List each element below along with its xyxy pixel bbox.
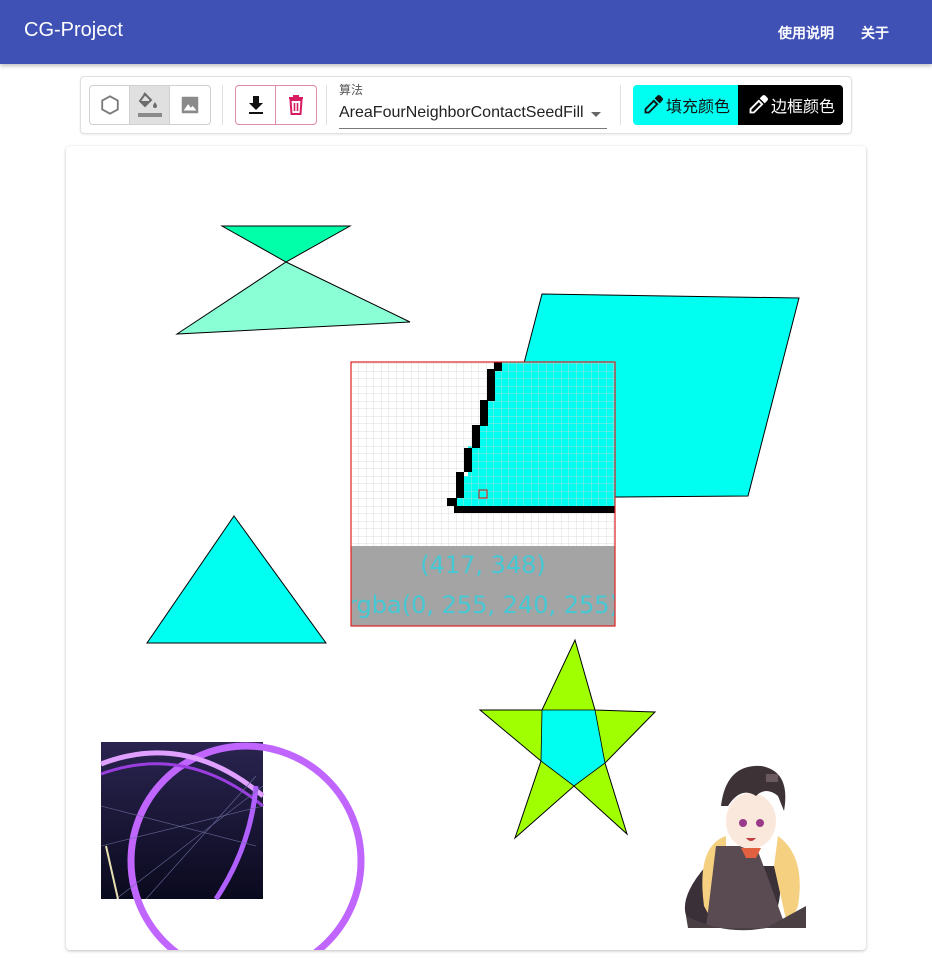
download-button[interactable] bbox=[236, 86, 276, 124]
border-color-label: 边框颜色 bbox=[771, 99, 836, 116]
triangle-shape[interactable] bbox=[146, 515, 327, 644]
toolbar-divider bbox=[620, 85, 621, 125]
star-shape[interactable] bbox=[478, 638, 657, 840]
algorithm-label: 算法 bbox=[339, 83, 364, 97]
ferris-wheel-photo[interactable] bbox=[100, 742, 361, 950]
image-icon bbox=[181, 96, 199, 114]
algorithm-value: AreaFourNeighborContactSeedFill bbox=[339, 104, 584, 121]
toolbar: 算法 AreaFourNeighborContactSeedFill 填充颜色 … bbox=[80, 76, 852, 134]
image-mode-button[interactable] bbox=[170, 86, 210, 124]
fill-color-button[interactable]: 填充颜色 bbox=[633, 85, 738, 125]
nav-help-link[interactable]: 使用说明 bbox=[778, 23, 834, 43]
fill-bucket-icon bbox=[137, 92, 162, 117]
border-color-button[interactable]: 边框颜色 bbox=[738, 85, 843, 125]
fill-mode-button[interactable] bbox=[130, 86, 170, 124]
draw-mode-group bbox=[89, 85, 211, 125]
magnifier-coordinates: (417, 348) bbox=[420, 551, 546, 579]
app-bar: CG-Project 使用说明 关于 bbox=[0, 0, 932, 64]
fill-color-label: 填充颜色 bbox=[666, 99, 731, 116]
download-icon bbox=[248, 96, 263, 114]
eyedropper-icon bbox=[644, 95, 663, 114]
nav-about-link[interactable]: 关于 bbox=[861, 23, 889, 43]
delete-icon bbox=[289, 95, 303, 115]
delete-button[interactable] bbox=[276, 86, 316, 124]
toolbar-divider bbox=[326, 85, 327, 125]
anime-character-illustration[interactable] bbox=[684, 765, 806, 931]
hexagon-icon bbox=[100, 95, 119, 115]
hourglass-shape[interactable] bbox=[175, 225, 411, 335]
chevron-down-icon bbox=[591, 112, 601, 117]
magnifier-color-value: rgba(0, 255, 240, 255) bbox=[347, 591, 619, 619]
canvas-scene: (417, 348) rgba(0, 255, 240, 255) bbox=[100, 225, 806, 950]
eyedropper-icon bbox=[749, 95, 768, 114]
app-title: CG-Project bbox=[24, 19, 123, 41]
action-group bbox=[235, 85, 317, 125]
drawing-canvas[interactable]: (417, 348) rgba(0, 255, 240, 255) bbox=[66, 146, 866, 950]
polygon-mode-button[interactable] bbox=[90, 86, 130, 124]
toolbar-divider bbox=[222, 85, 223, 125]
magnifier-overlay: (417, 348) rgba(0, 255, 240, 255) bbox=[347, 361, 619, 627]
algorithm-select[interactable]: AreaFourNeighborContactSeedFill bbox=[339, 101, 607, 129]
